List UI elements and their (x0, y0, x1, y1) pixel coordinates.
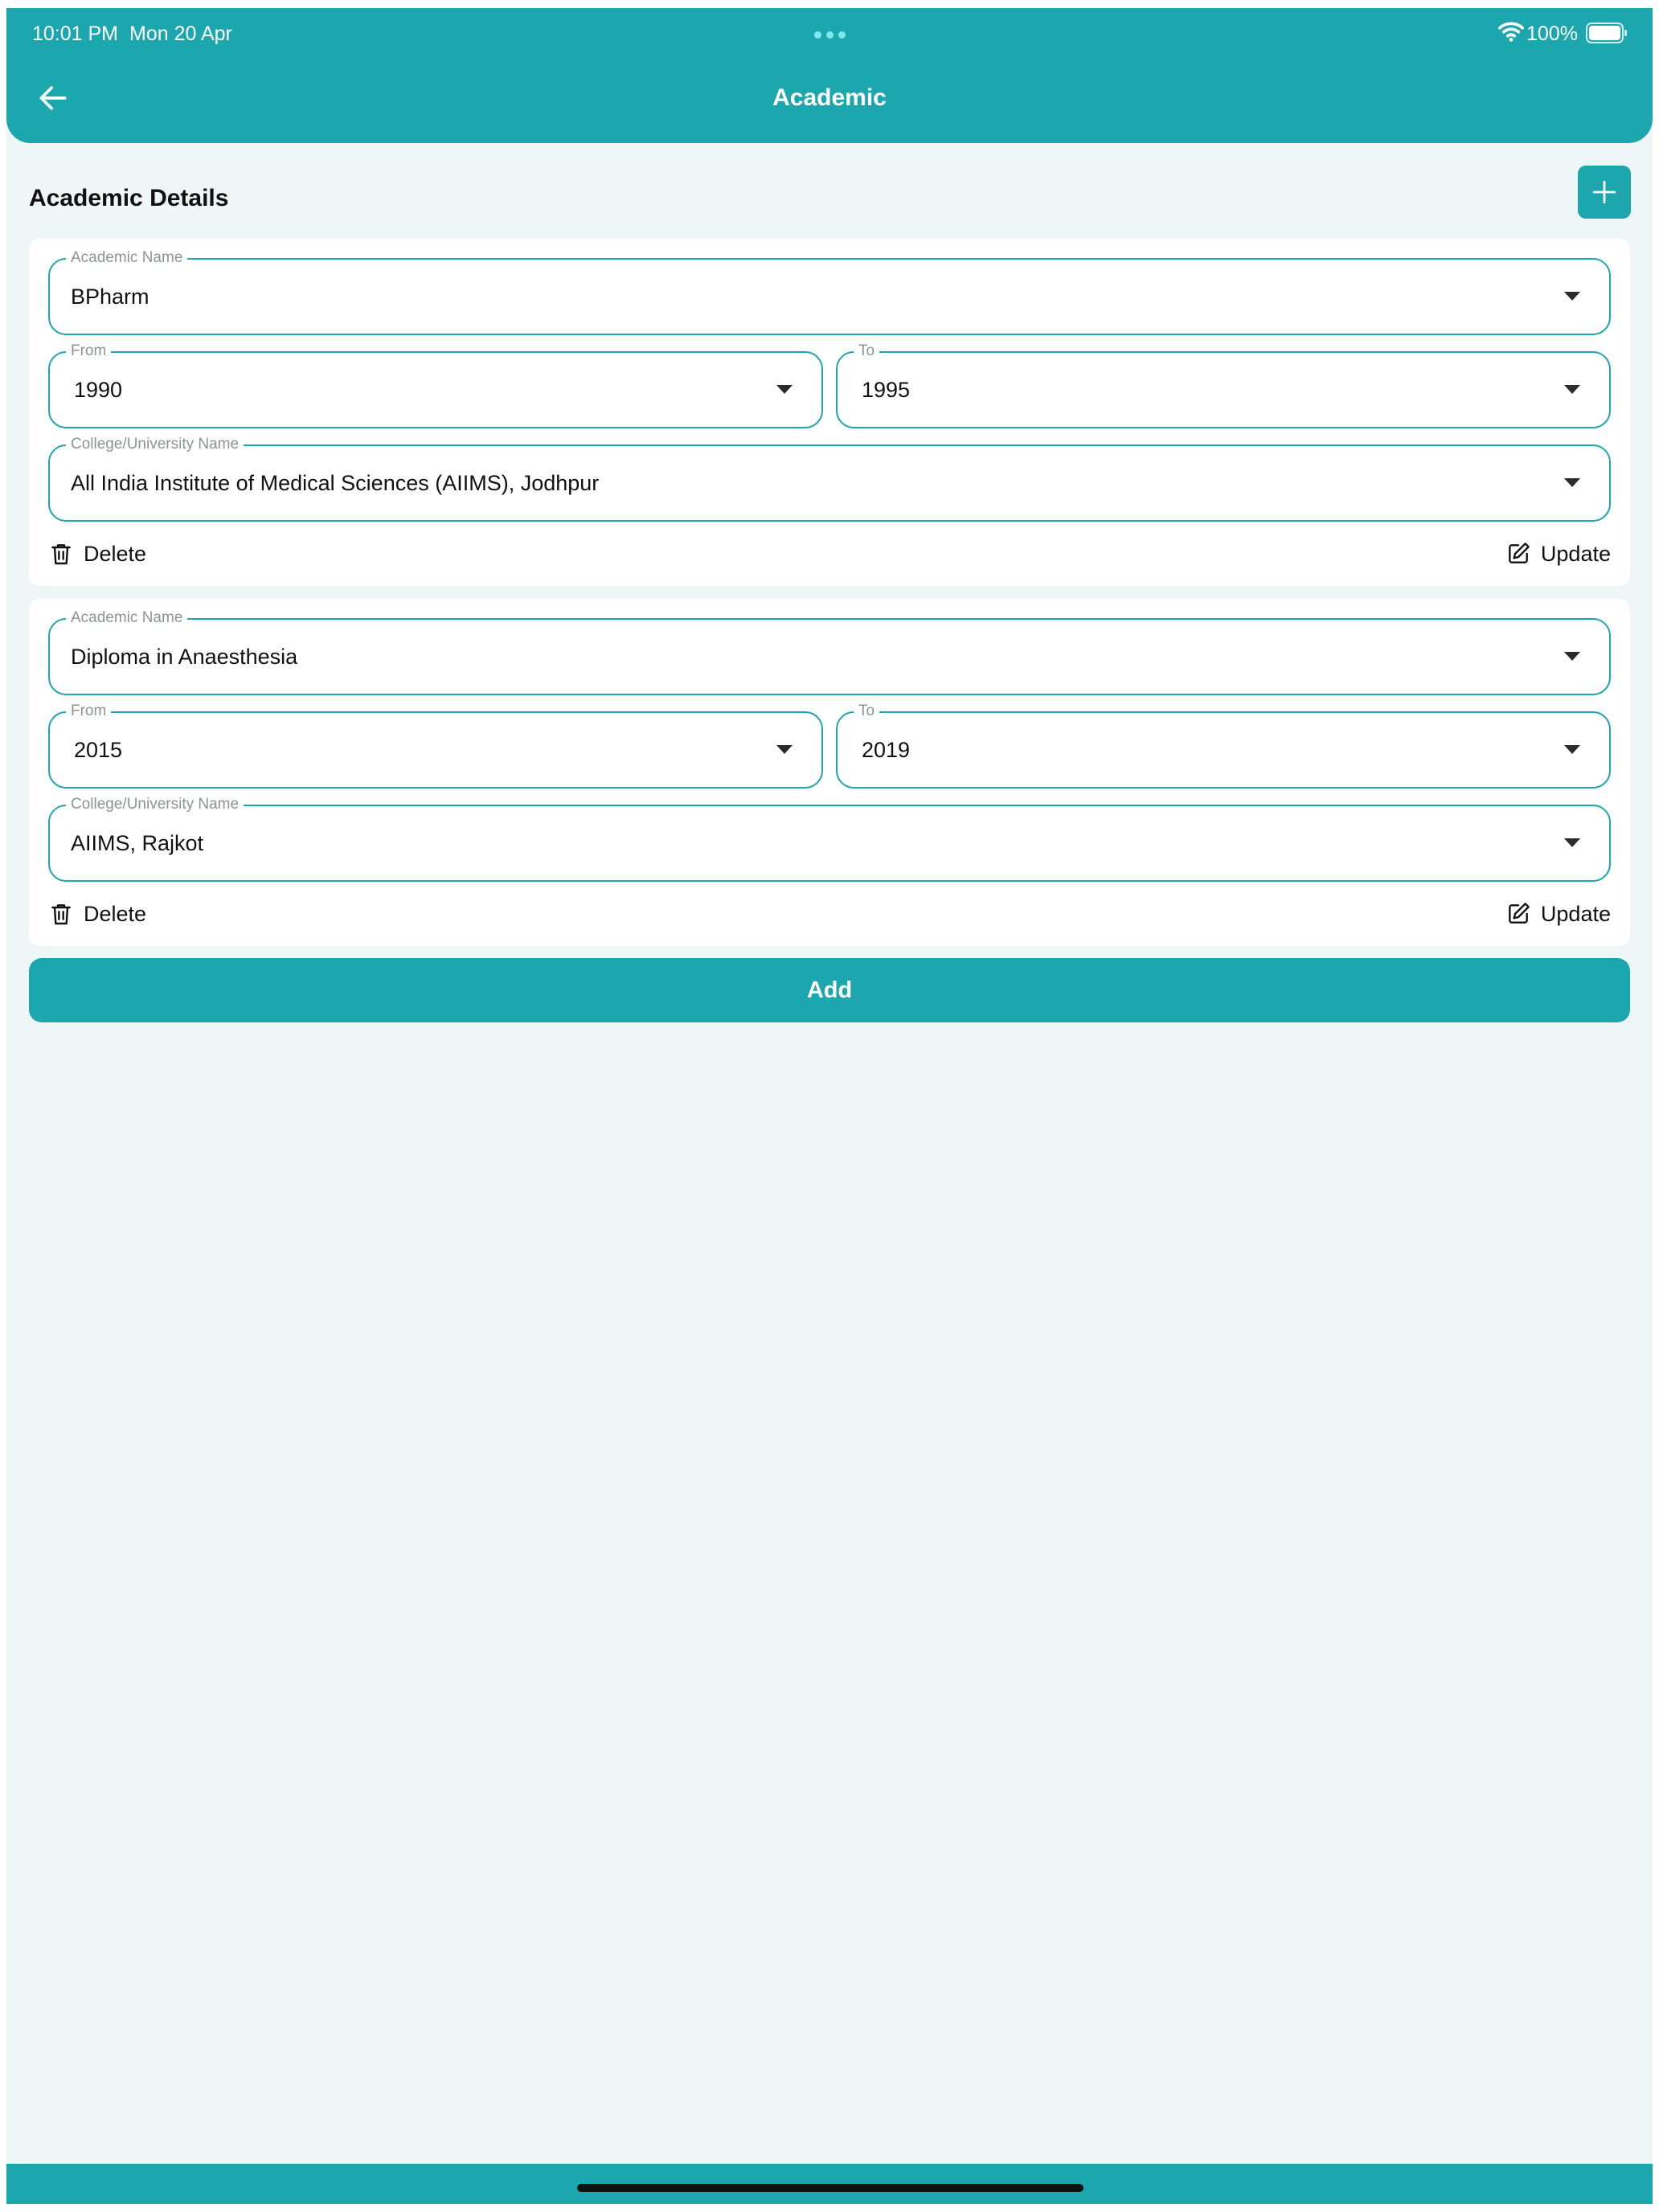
college-dropdown[interactable]: College/University Name AIIMS, Rajkot (48, 795, 1611, 882)
update-button[interactable]: Update (1505, 536, 1611, 571)
field-value: 1995 (862, 378, 911, 402)
caret-down-icon (1564, 385, 1580, 394)
update-label: Update (1540, 901, 1611, 926)
delete-button[interactable]: Delete (48, 536, 146, 571)
edit-icon (1509, 543, 1530, 563)
field-value: 2015 (74, 738, 123, 762)
battery-percentage: 100% (1526, 23, 1578, 45)
update-button[interactable]: Update (1505, 896, 1611, 932)
home-indicator[interactable] (577, 2184, 1083, 2192)
academic-name-dropdown[interactable]: Academic Name BPharm (48, 248, 1611, 335)
status-date: Mon 20 Apr (129, 23, 232, 45)
caret-down-icon (776, 745, 793, 754)
field-value: 1990 (74, 378, 123, 402)
academic-record-card: Academic Name Diploma in Anaesthesia Fro… (29, 599, 1630, 946)
delete-label: Delete (84, 901, 147, 926)
plus-icon (1592, 180, 1616, 204)
home-bar (6, 2164, 1653, 2204)
section-title: Academic Details (29, 185, 229, 211)
field-value: All India Institute of Medical Sciences … (71, 471, 600, 495)
status-time: 10:01 PM (32, 23, 119, 45)
caret-down-icon (1564, 838, 1580, 847)
update-label: Update (1540, 541, 1611, 566)
from-year-dropdown[interactable]: From 2015 (48, 702, 823, 789)
edit-icon (1509, 903, 1530, 924)
caret-down-icon (1564, 652, 1580, 661)
to-year-dropdown[interactable]: To 1995 (836, 342, 1611, 428)
app-screen: 10:01 PM Mon 20 Apr 100% Academic Academ… (6, 8, 1653, 2204)
academic-record-card: Academic Name BPharm From 1990 To 1995 C… (29, 239, 1630, 586)
delete-button[interactable]: Delete (48, 896, 146, 932)
field-value: BPharm (71, 285, 150, 309)
caret-down-icon (776, 385, 793, 394)
app-header: 10:01 PM Mon 20 Apr 100% Academic (6, 8, 1653, 143)
caret-down-icon (1564, 745, 1580, 754)
add-button[interactable]: Add (29, 958, 1630, 1022)
caret-down-icon (1564, 292, 1580, 301)
field-value: Diploma in Anaesthesia (71, 645, 298, 669)
college-dropdown[interactable]: College/University Name All India Instit… (48, 435, 1611, 522)
field-value: AIIMS, Rajkot (71, 831, 204, 855)
delete-label: Delete (84, 541, 147, 566)
wifi-icon (1497, 22, 1525, 42)
field-value: 2019 (862, 738, 911, 762)
trash-icon (51, 904, 71, 925)
add-academic-button[interactable] (1578, 166, 1631, 219)
academic-name-dropdown[interactable]: Academic Name Diploma in Anaesthesia (48, 608, 1611, 695)
from-year-dropdown[interactable]: From 1990 (48, 342, 823, 428)
page-title: Academic (772, 84, 887, 111)
multitasking-dots-icon[interactable] (812, 23, 847, 47)
trash-icon (51, 544, 71, 565)
caret-down-icon (1564, 478, 1580, 487)
battery-icon (1586, 23, 1627, 43)
to-year-dropdown[interactable]: To 2019 (836, 702, 1611, 789)
